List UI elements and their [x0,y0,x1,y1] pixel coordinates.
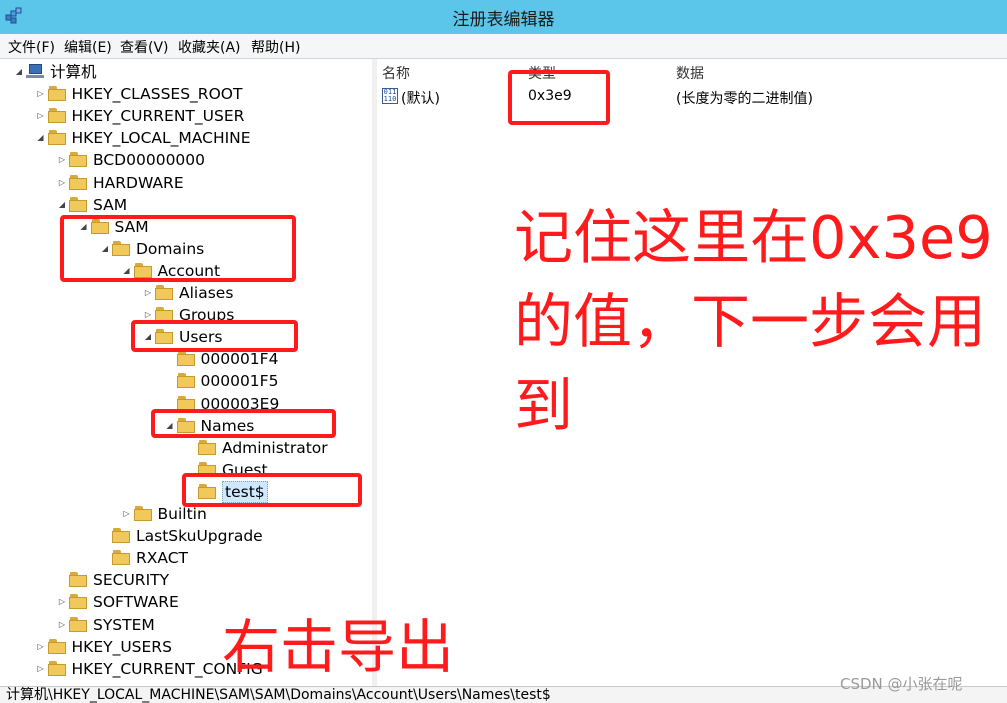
tree-node-label: SAM [93,195,128,214]
folder-icon [69,174,88,190]
menu-view[interactable]: 查看(V) [120,37,169,57]
folder-icon [198,439,217,455]
tree-node-label: SOFTWARE [93,593,179,612]
folder-icon [47,660,67,676]
expand-arrow-icon [100,525,110,547]
menu-file[interactable]: 文件(F) [8,37,55,57]
tree-node-label: HKEY_CLASSES_ROOT [71,85,243,104]
expand-arrow-icon[interactable]: ▷ [57,149,67,171]
highlight-box-type [508,70,610,125]
folder-icon [133,506,153,521]
expand-arrow-icon[interactable]: ▷ [36,83,46,105]
tree-node-label: 000001F5 [200,372,279,391]
column-header-data[interactable]: 数据 [676,63,704,83]
highlight-box-users [131,320,298,352]
tree-node-label: Aliases [179,284,234,302]
value-data: (长度为零的二进制值) [676,91,813,107]
folder-icon [176,351,196,367]
menu-help[interactable]: 帮助(H) [251,37,300,57]
expand-arrow-icon[interactable]: ▷ [57,172,67,194]
annotation-right-click-export: 右击导出 [222,613,455,681]
watermark: CSDN @小张在呢 [840,675,963,693]
folder-icon [69,152,88,168]
expand-arrow-icon [186,437,196,459]
computer-icon [26,64,44,79]
collapse-arrow-icon[interactable]: ◢ [36,127,46,149]
expand-arrow-icon[interactable]: ▷ [57,614,67,636]
tree-node-label: SYSTEM [93,615,155,634]
menu-bar: 文件(F) 编辑(E) 查看(V) 收藏夹(A) 帮助(H) [0,34,1007,59]
collapse-arrow-icon[interactable]: ◢ [14,61,24,83]
expand-arrow-icon [165,370,175,392]
expand-arrow-icon [100,547,110,569]
title-bar: 注册表编辑器 [0,0,1007,34]
folder-icon [69,196,88,212]
expand-arrow-icon[interactable]: ▷ [36,636,46,658]
tree-node-label: HARDWARE [93,173,184,192]
tree-node-label: 计算机 [50,63,97,81]
tree-node-label: HKEY_USERS [71,637,172,656]
collapse-arrow-icon[interactable]: ◢ [57,194,67,216]
folder-icon [112,528,131,544]
expand-arrow-icon[interactable]: ▷ [36,105,46,127]
folder-icon [47,130,67,146]
folder-icon [112,550,131,566]
binary-value-icon: 011 110 [382,88,398,104]
expand-arrow-icon[interactable]: ▷ [57,591,67,613]
expand-arrow-icon[interactable]: ▷ [36,658,46,680]
highlight-box-names [151,409,336,438]
folder-icon [47,638,67,654]
tree-node-label: SECURITY [93,571,170,590]
highlight-box-sam-domains [60,215,296,282]
folder-icon [155,285,174,300]
annotation-remember-value: 记住这里在0x3e9的值，下一步会用到 [514,203,993,440]
expand-arrow-icon[interactable]: ▷ [143,282,153,304]
tree-node-label: Administrator [222,438,328,457]
folder-icon [69,572,88,588]
value-name: (默认) [401,91,440,107]
window-title: 注册表编辑器 [452,10,555,30]
registry-tree[interactable]: ◢ 计算机 ▷ HKEY_CLASSES_ROOT ▷ HKEY_CURRENT_USER… [0,59,373,686]
column-header-name[interactable]: 名称 [382,63,410,83]
folder-icon [69,616,88,632]
folder-icon [69,594,88,610]
folder-icon [47,108,67,124]
folder-icon [176,373,196,389]
menu-favorites[interactable]: 收藏夹(A) [178,37,241,57]
tree-node-label: RXACT [136,549,189,568]
tree-node-label: HKEY_LOCAL_MACHINE [71,129,251,148]
expand-arrow-icon[interactable]: ▷ [122,503,132,525]
highlight-box-test [182,473,362,507]
menu-edit[interactable]: 编辑(E) [64,37,112,57]
folder-icon [47,86,67,102]
tree-node-label: HKEY_CURRENT_USER [71,107,245,126]
expand-arrow-icon [57,569,67,591]
tree-node-label: LastSkuUpgrade [136,527,263,546]
tree-node-label: BCD00000000 [93,151,206,170]
